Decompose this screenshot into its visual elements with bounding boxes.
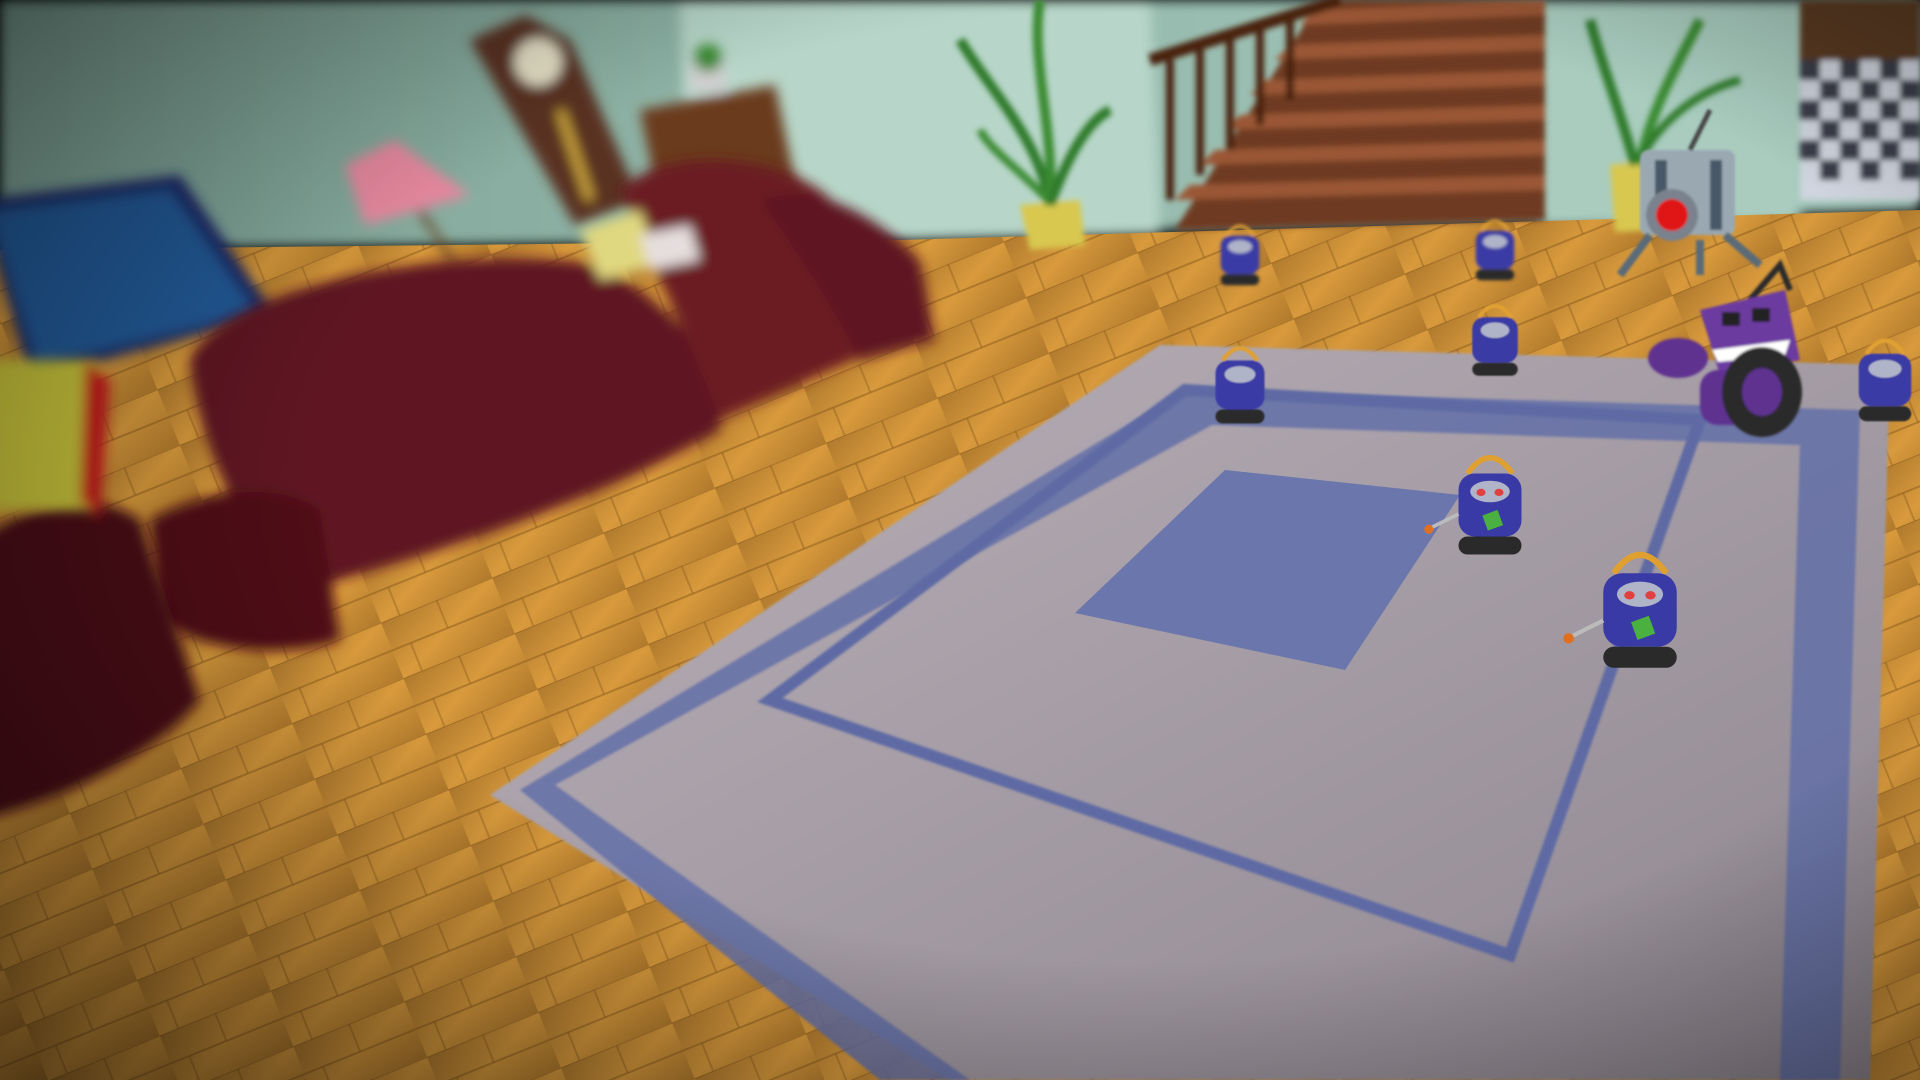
game-viewport[interactable] [0, 0, 1920, 1080]
game-scene [0, 0, 1920, 1080]
vignette-overlay [0, 0, 1920, 1080]
